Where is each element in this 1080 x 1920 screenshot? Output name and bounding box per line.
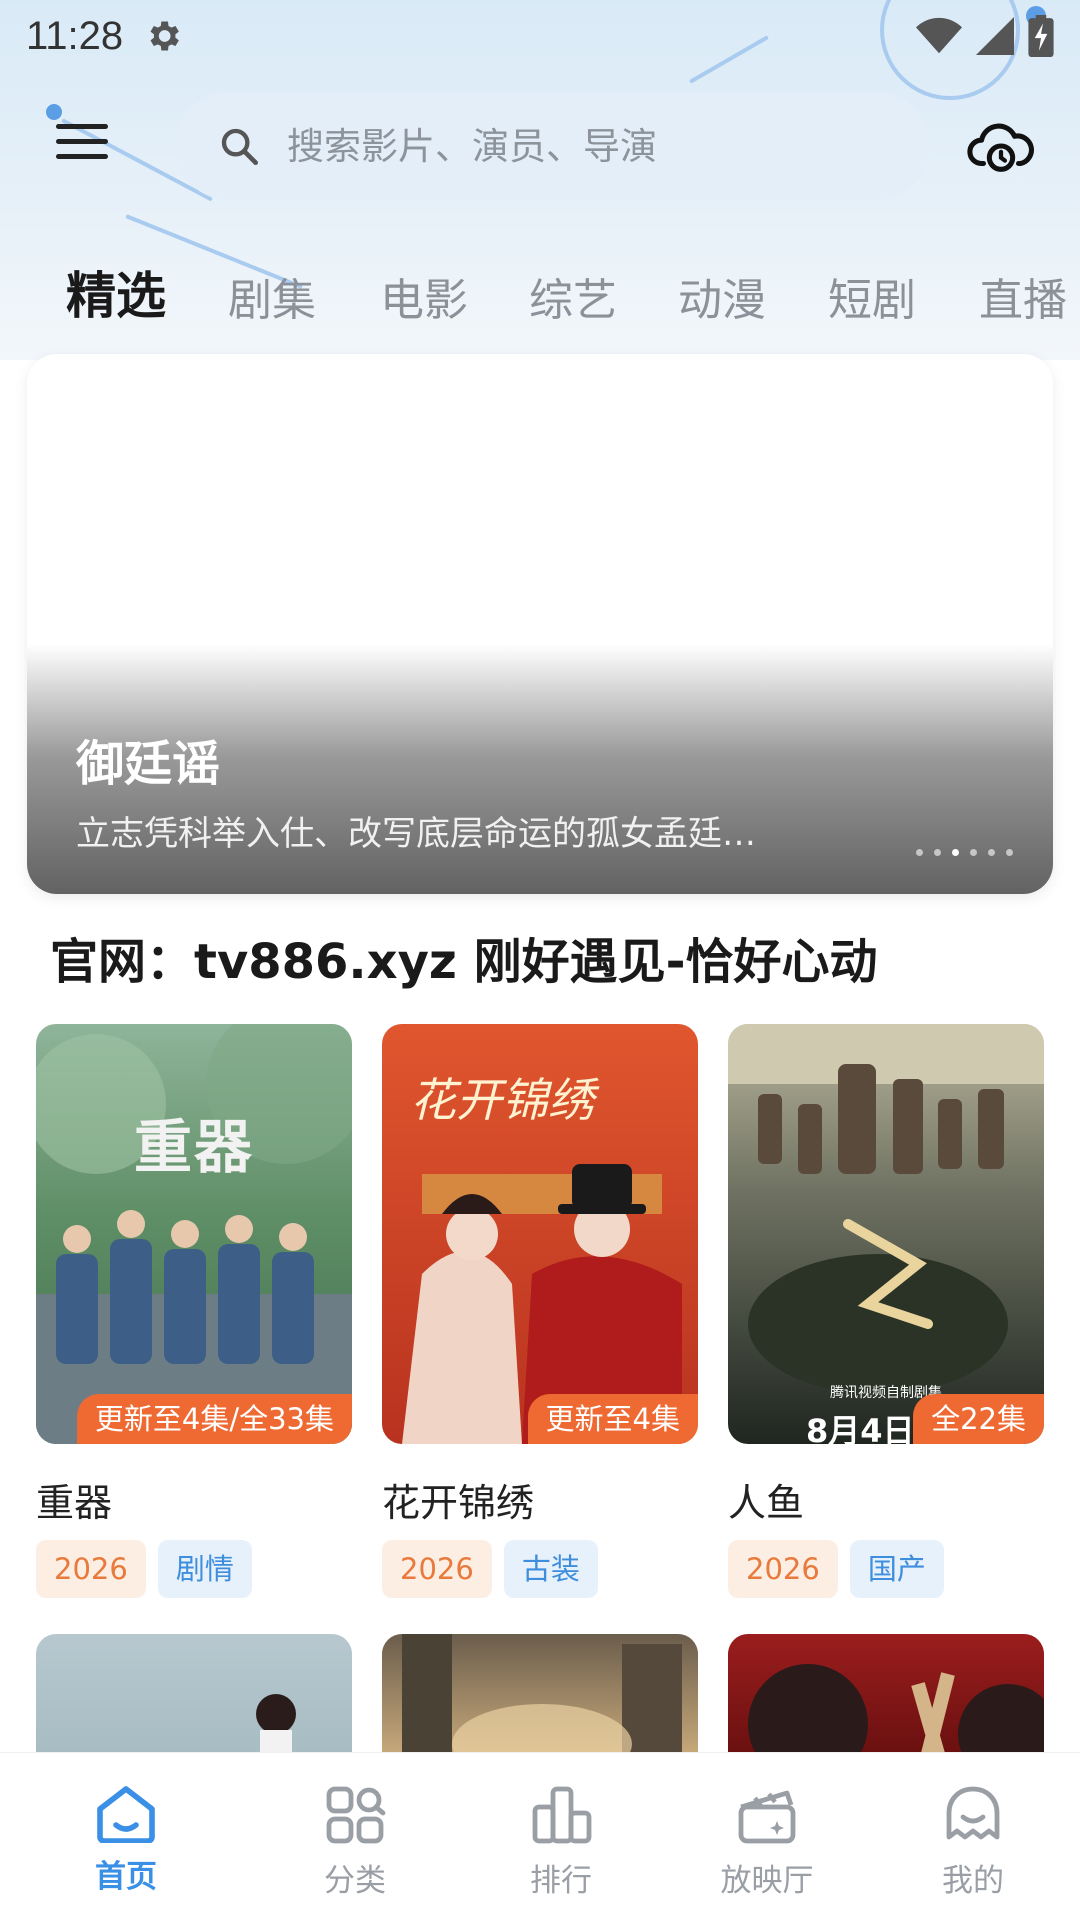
video-card[interactable]: 腾讯视频自制剧集 8月4日 全22集 人鱼 2026 国产	[728, 1024, 1044, 1598]
status-bar: 11:28	[0, 0, 1080, 72]
section-title: 官网：tv886.xyz 刚好遇见-恰好心动	[50, 934, 878, 990]
genre-tag: 剧情	[157, 1540, 252, 1598]
cloud-sync-icon[interactable]	[966, 116, 1036, 176]
banner-pagination	[916, 849, 1013, 856]
gear-icon	[150, 21, 179, 51]
nav-label: 排行	[530, 1863, 592, 1899]
video-card-partial[interactable]	[382, 1634, 698, 1754]
poster-title-text: 重器	[133, 1113, 254, 1181]
wifi-icon	[916, 17, 962, 54]
menu-button[interactable]	[56, 124, 122, 172]
poster-title-text: 花开锦绣	[410, 1073, 594, 1127]
profile-icon	[946, 1786, 1000, 1840]
tab-live[interactable]: 直播	[979, 264, 1067, 328]
nav-label: 首页	[95, 1859, 157, 1895]
tag-list: 2026 国产	[728, 1540, 1044, 1598]
video-card-partial[interactable]	[36, 1634, 352, 1754]
nav-theater[interactable]: 放映厅	[664, 1753, 870, 1920]
poster-image: 花开锦绣 更新至4集	[382, 1024, 698, 1444]
episode-badge: 更新至4集	[527, 1394, 698, 1444]
year-tag: 2026	[382, 1540, 492, 1598]
video-card-partial[interactable]	[728, 1634, 1044, 1754]
card-title: 人鱼	[728, 1481, 805, 1525]
card-title: 花开锦绣	[382, 1481, 535, 1525]
search-bar[interactable]	[175, 92, 930, 200]
nav-category[interactable]: 分类	[252, 1753, 458, 1920]
nav-label: 分类	[324, 1863, 386, 1899]
search-row	[0, 92, 1080, 202]
pagination-dot	[988, 849, 995, 856]
tab-variety[interactable]: 综艺	[529, 264, 617, 328]
tab-movies[interactable]: 电影	[380, 264, 468, 328]
pagination-dot-active	[952, 849, 959, 856]
battery-charging-icon	[1028, 15, 1054, 57]
card-title: 重器	[36, 1481, 113, 1525]
menu-icon-bar	[56, 154, 108, 159]
tag-list: 2026 古装	[382, 1540, 698, 1598]
year-tag: 2026	[36, 1540, 146, 1598]
poster-image: 腾讯视频自制剧集 8月4日 全22集	[728, 1024, 1044, 1444]
ranking-icon	[532, 1786, 592, 1844]
episode-badge: 更新至4集/全33集	[76, 1394, 352, 1444]
tab-short-drama[interactable]: 短剧	[828, 264, 916, 328]
tag-list: 2026 剧情	[36, 1540, 352, 1598]
search-input[interactable]	[287, 124, 847, 168]
menu-icon-bar	[56, 124, 108, 129]
pagination-dot	[970, 849, 977, 856]
genre-tag: 古装	[503, 1540, 598, 1598]
cellular-signal-icon	[976, 17, 1014, 55]
banner-title: 御廷谣	[76, 736, 221, 792]
nav-label: 我的	[942, 1863, 1004, 1899]
clapper-icon	[738, 1790, 796, 1844]
featured-banner[interactable]: 御廷谣 立志凭科举入仕、改写底层命运的孤女孟廷…	[27, 354, 1053, 894]
pagination-dot	[934, 849, 941, 856]
pagination-dot	[1006, 849, 1013, 856]
poster-image: 重器 更新至4集/全33集	[36, 1024, 352, 1444]
menu-icon-bar	[56, 139, 108, 144]
tab-featured[interactable]: 精选	[66, 256, 166, 328]
nav-label: 放映厅	[720, 1863, 814, 1899]
video-card[interactable]: 花开锦绣 更新至4集 花开锦绣 2026 古装	[382, 1024, 698, 1598]
poster-date-text: 8月4日	[806, 1412, 915, 1444]
category-icon	[326, 1786, 386, 1844]
pagination-dot	[916, 849, 923, 856]
search-icon	[221, 128, 258, 166]
bottom-navigation: 首页 分类 排行 放映厅 我的	[0, 1752, 1080, 1920]
home-icon	[97, 1786, 155, 1843]
tab-series[interactable]: 剧集	[228, 264, 316, 328]
banner-description: 立志凭科举入仕、改写底层命运的孤女孟廷…	[76, 814, 756, 854]
nav-ranking[interactable]: 排行	[458, 1753, 664, 1920]
video-card[interactable]: 重器 更新至4集/全33集 重器 2026 剧情	[36, 1024, 352, 1598]
nav-profile[interactable]: 我的	[870, 1753, 1076, 1920]
genre-tag: 国产	[849, 1540, 944, 1598]
episode-badge: 全22集	[913, 1394, 1044, 1444]
status-time: 11:28	[26, 13, 124, 58]
category-tabs: 精选 剧集 电影 综艺 动漫 短剧 直播	[0, 258, 1080, 328]
nav-home[interactable]: 首页	[0, 1753, 252, 1920]
tab-anime[interactable]: 动漫	[678, 264, 766, 328]
year-tag: 2026	[728, 1540, 838, 1598]
